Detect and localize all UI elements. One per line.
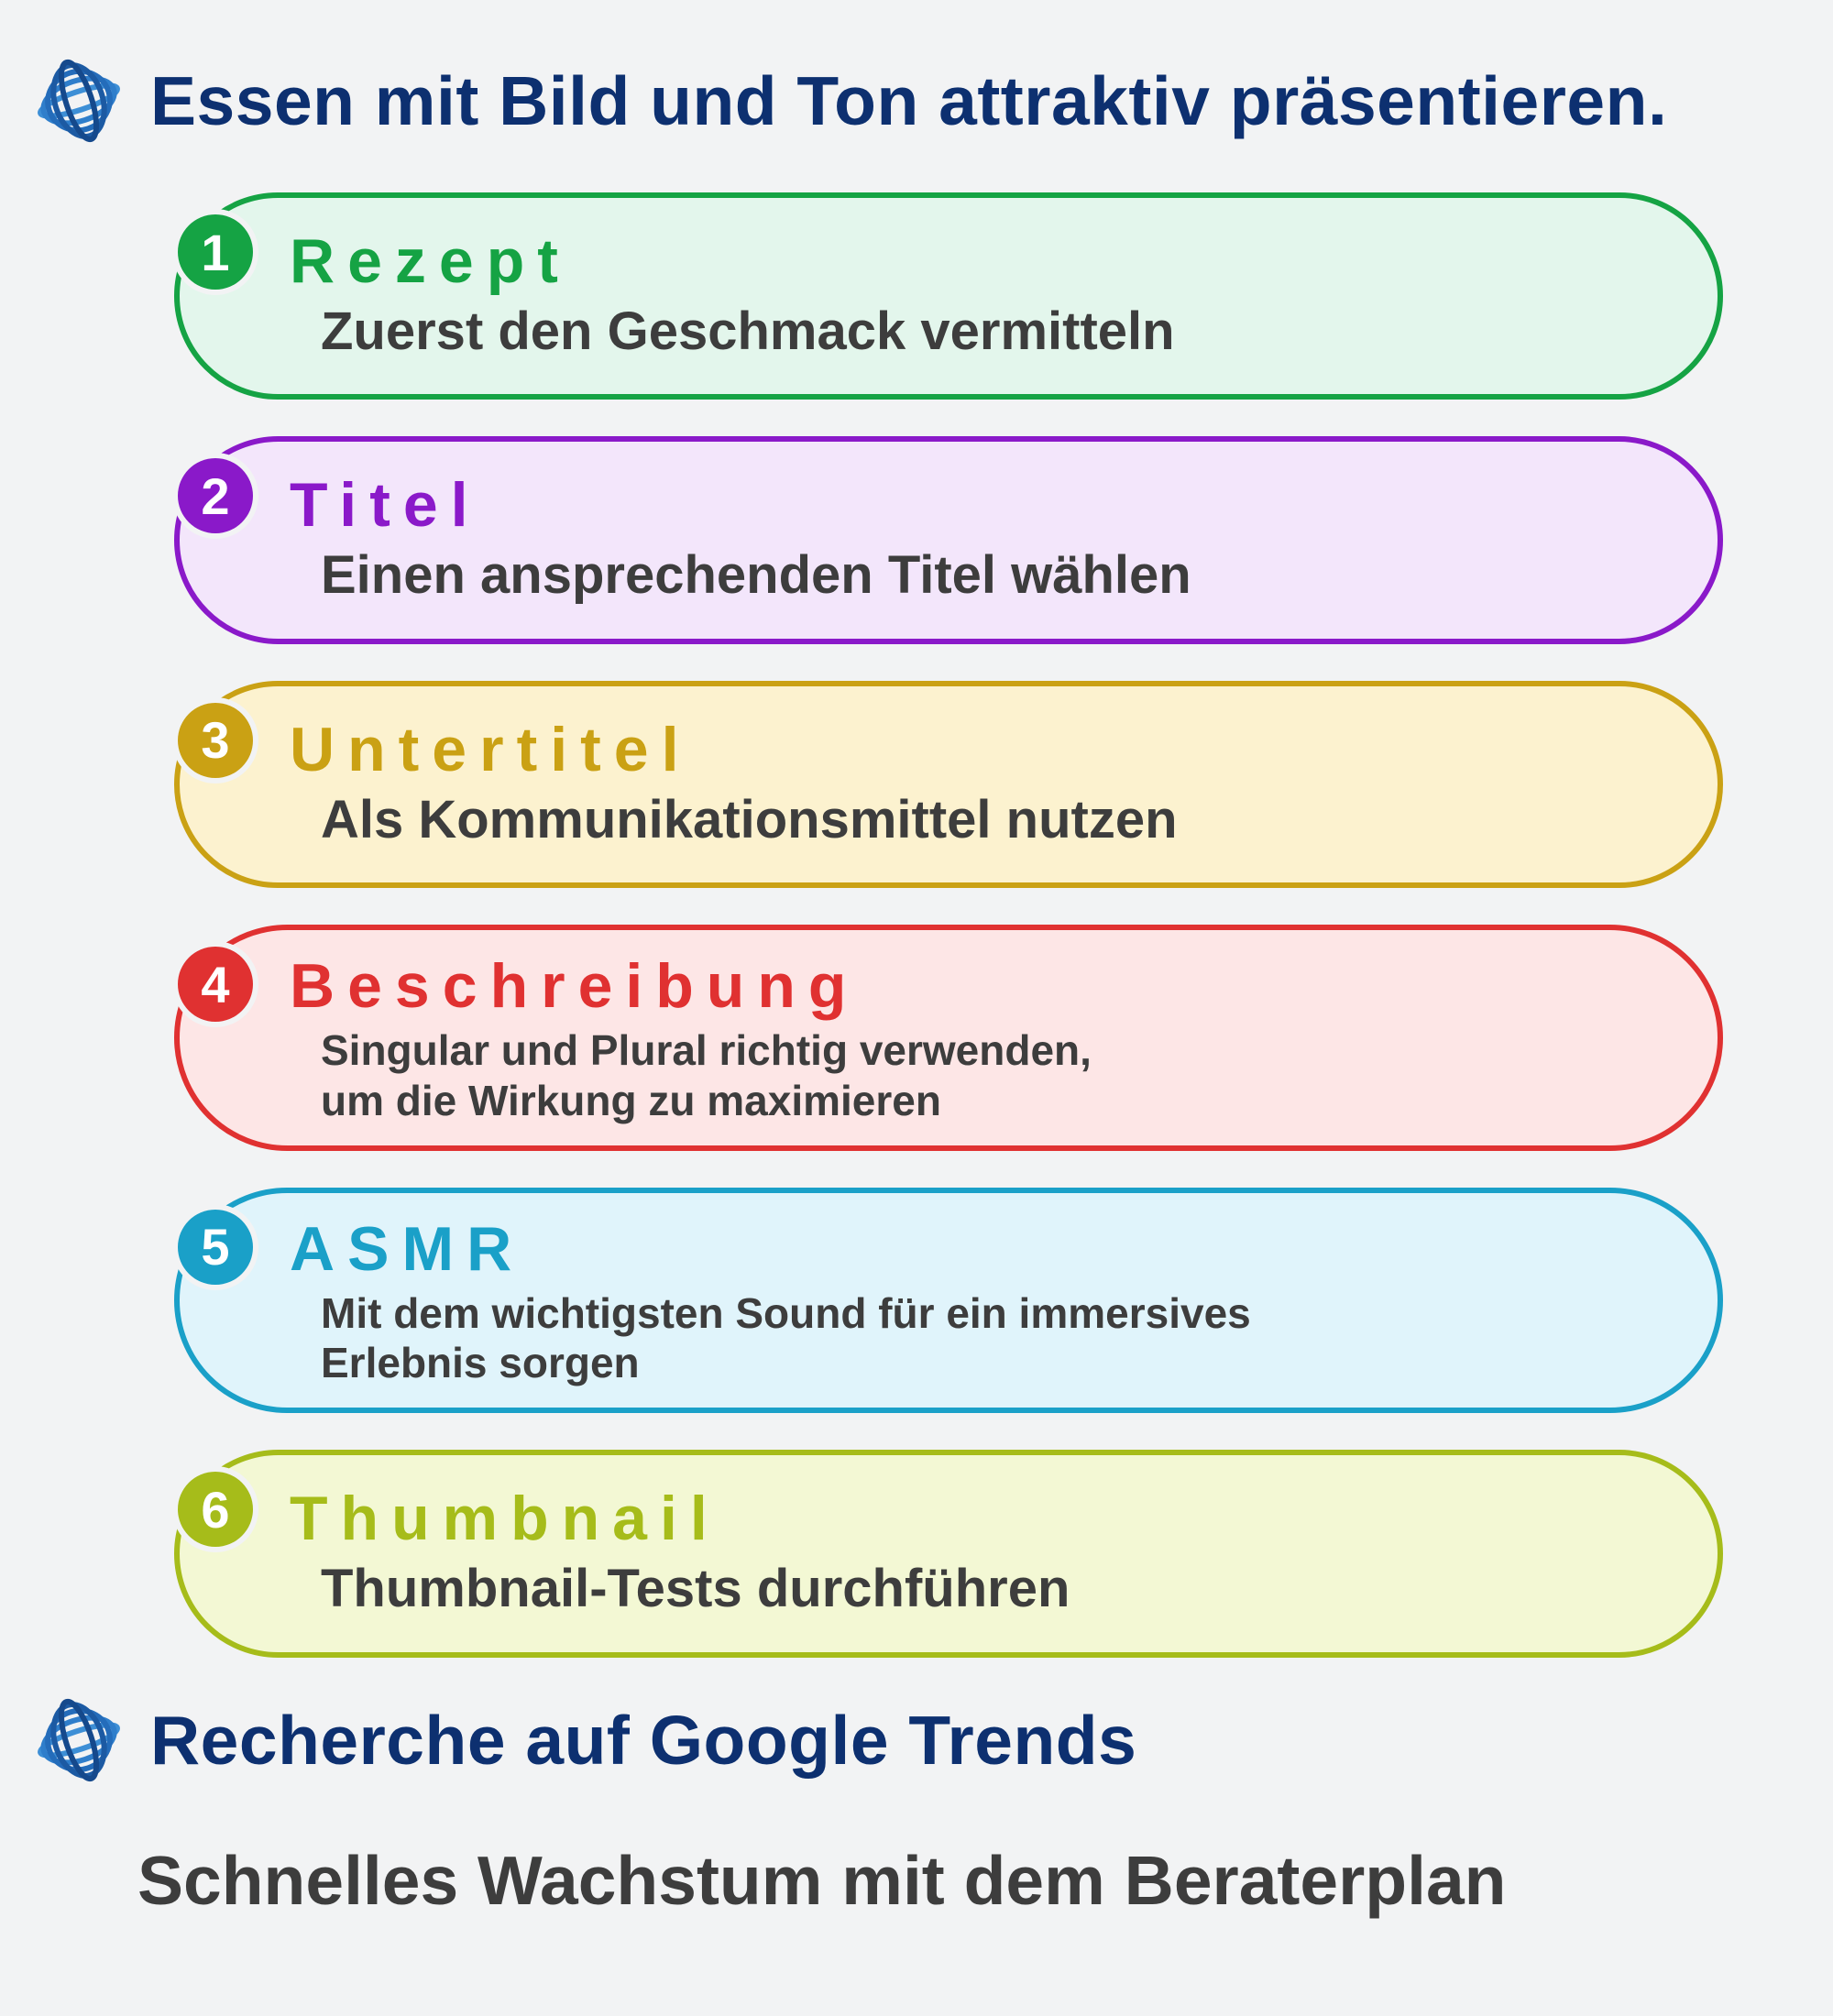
step-label: Beschreibung [290, 950, 1644, 1022]
step-pill: 2 TitelEinen ansprechenden Titel wählen [174, 436, 1723, 643]
step-number-badge: 1 [178, 214, 253, 290]
step-description: Singular und Plural richtig verwenden, u… [321, 1025, 1644, 1125]
step-description: Thumbnail-Tests durchführen [321, 1558, 1644, 1620]
step-number-badge: 3 [178, 703, 253, 778]
step-label: Rezept [290, 225, 1644, 297]
section-header-2: Recherche auf Google Trends [33, 1694, 1806, 1786]
step-label: Thumbnail [290, 1483, 1644, 1554]
step-number-badge: 5 [178, 1210, 253, 1285]
step-label: Titel [290, 469, 1644, 541]
step-description: Als Kommunikationsmittel nutzen [321, 789, 1644, 851]
section-header-1: Essen mit Bild und Ton attraktiv präsent… [33, 55, 1806, 147]
step-label: ASMR [290, 1213, 1644, 1285]
globe-icon [33, 1694, 125, 1786]
step-description: Zuerst den Geschmack vermitteln [321, 301, 1644, 363]
header-2-title: Recherche auf Google Trends [150, 1701, 1136, 1780]
step-pill: 5 ASMRMit dem wichtigsten Sound für ein i… [174, 1188, 1723, 1414]
globe-icon [33, 55, 125, 147]
step-description: Mit dem wichtigsten Sound für ein immers… [321, 1288, 1644, 1388]
step-pill: 6 ThumbnailThumbnail-Tests durchführen [174, 1450, 1723, 1657]
header-1-title: Essen mit Bild und Ton attraktiv präsent… [150, 61, 1667, 140]
step-label: Untertitel [290, 714, 1644, 785]
step-number-badge: 2 [178, 458, 253, 533]
steps-list: 1RezeptZuerst den Geschmack vermitteln2T… [174, 192, 1723, 1658]
footer-text: Schnelles Wachstum mit dem Beraterplan [137, 1841, 1806, 1920]
step-pill: 4 BeschreibungSingular und Plural richtig… [174, 925, 1723, 1151]
step-description: Einen ansprechenden Titel wählen [321, 544, 1644, 607]
step-number-badge: 6 [178, 1472, 253, 1547]
step-number-badge: 4 [178, 947, 253, 1022]
step-pill: 3 UntertitelAls Kommunikationsmittel nutz… [174, 681, 1723, 888]
step-pill: 1 RezeptZuerst den Geschmack vermitteln [174, 192, 1723, 400]
